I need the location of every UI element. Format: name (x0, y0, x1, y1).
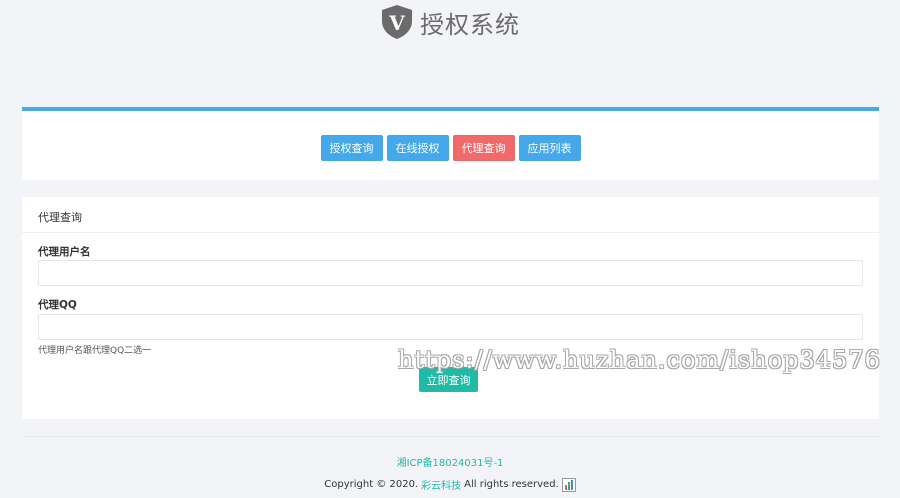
watermark-text: https://www.huzhan.com/ishop34576 (398, 346, 881, 374)
username-label: 代理用户名 (38, 246, 91, 258)
site-logo: V 授权系统 (0, 4, 900, 40)
copyright-suffix: All rights reserved. (464, 479, 559, 490)
icp-text[interactable]: 湘ICP备18024031号-1 (397, 458, 504, 469)
qq-label: 代理QQ (38, 299, 77, 311)
shield-icon: V (382, 5, 412, 39)
icp-link[interactable]: 湘ICP备18024031号-1 (0, 454, 900, 469)
agent-qq-input[interactable] (38, 314, 863, 340)
nav-bar: 授权查询 在线授权 代理查询 应用列表 (22, 107, 879, 180)
stats-icon[interactable] (561, 477, 576, 492)
agent-query-button[interactable]: 代理查询 (452, 134, 515, 161)
copyright: Copyright © 2020. 彩云科技 All rights reserv… (0, 477, 900, 492)
online-license-button[interactable]: 在线授权 (386, 134, 449, 161)
panel-title: 代理查询 (22, 197, 879, 233)
site-title: 授权系统 (420, 10, 520, 39)
footer-divider (22, 436, 879, 437)
license-query-button[interactable]: 授权查询 (320, 134, 383, 161)
form-hint: 代理用户名跟代理QQ二选一 (38, 346, 152, 356)
agent-query-panel: 代理查询 代理用户名 代理QQ 代理用户名跟代理QQ二选一 立即查询 (22, 197, 879, 419)
app-list-button[interactable]: 应用列表 (518, 134, 581, 161)
brand-link[interactable]: 彩云科技 (421, 477, 461, 492)
agent-username-input[interactable] (38, 260, 863, 286)
svg-text:V: V (388, 11, 405, 35)
copyright-prefix: Copyright © 2020. (324, 479, 419, 490)
